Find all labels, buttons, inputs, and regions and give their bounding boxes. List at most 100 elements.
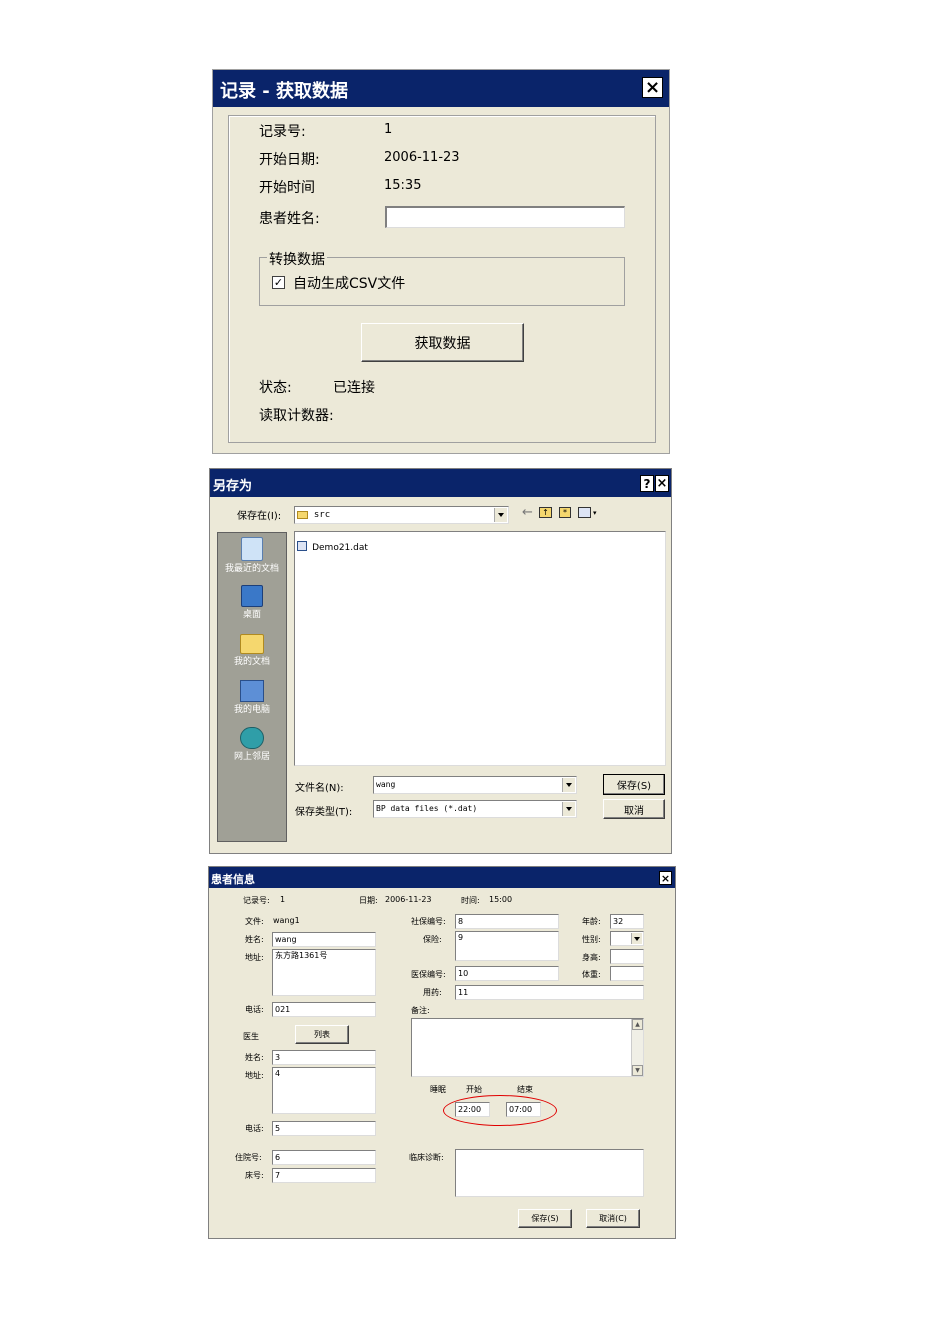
dropdown-arrow[interactable] <box>631 933 642 944</box>
places-item-recent[interactable]: 我最近的文档 <box>217 535 287 581</box>
my-documents-icon <box>240 634 264 654</box>
record-fetch-dialog: 记录 - 获取数据 × 记录号: 1 开始日期: 2006-11-23 开始时间… <box>212 69 670 454</box>
checkmark-icon: ✓ <box>273 276 284 289</box>
doctor-phone-input[interactable]: 5 <box>272 1121 376 1136</box>
height-input[interactable] <box>610 949 644 964</box>
scroll-down-button[interactable]: ▼ <box>632 1065 643 1076</box>
doctor-phone-label: 电话: <box>245 1124 264 1133</box>
cancel-button[interactable]: 取消(C) <box>586 1209 640 1228</box>
doctor-name-label: 姓名: <box>245 1053 264 1062</box>
new-folder-icon[interactable]: * <box>559 507 571 518</box>
dialog-title: 患者信息 <box>211 873 255 886</box>
dropdown-arrow[interactable] <box>494 508 507 522</box>
time-value: 15:00 <box>489 895 513 904</box>
record-number-label: 记录号: <box>243 896 270 905</box>
phone-label: 电话: <box>245 1005 264 1014</box>
dropdown-arrow[interactable] <box>562 802 575 816</box>
help-button[interactable]: ? <box>640 475 654 492</box>
save-in-value: src <box>313 510 331 520</box>
places-item-my-computer[interactable]: 我的电脑 <box>217 677 287 723</box>
dialog-title: 记录 - 获取数据 <box>220 81 349 102</box>
date-value: 2006-11-23 <box>385 895 432 904</box>
sleep-label: 睡眠 <box>430 1085 446 1094</box>
places-item-network[interactable]: 网上邻居 <box>217 724 287 770</box>
my-computer-icon <box>240 680 264 702</box>
save-button[interactable]: 保存(S) <box>603 774 665 795</box>
doctor-label: 医生 <box>243 1032 259 1041</box>
sleep-end-label: 结束 <box>517 1085 533 1094</box>
notes-scrollbar[interactable]: ▲ ▼ <box>631 1019 643 1076</box>
status-label: 状态: <box>259 380 292 396</box>
notes-label: 备注: <box>411 1006 430 1015</box>
weight-label: 体重: <box>582 970 601 979</box>
dialog-title: 另存为 <box>213 479 253 494</box>
insurance-label: 保险: <box>423 935 442 944</box>
places-item-label: 网上邻居 <box>233 752 270 762</box>
notes-textarea[interactable]: ▲ ▼ <box>411 1018 644 1077</box>
save-in-dropdown[interactable]: src <box>294 506 509 524</box>
patient-name-label: 患者姓名: <box>259 211 320 227</box>
file-label: 文件: <box>245 917 264 926</box>
social-number-label: 社保编号: <box>411 917 446 926</box>
start-time-label: 开始时间 <box>259 180 315 196</box>
name-input[interactable]: wang <box>272 932 376 947</box>
places-item-desktop[interactable]: 桌面 <box>217 583 287 629</box>
places-item-my-documents[interactable]: 我的文档 <box>217 630 287 676</box>
record-number-value: 1 <box>384 122 393 137</box>
convert-data-group-label: 转换数据 <box>267 249 327 269</box>
close-button[interactable]: × <box>659 871 672 885</box>
sleep-start-label: 开始 <box>466 1085 482 1094</box>
places-item-label: 我的文档 <box>233 657 270 667</box>
save-button-label: 保存(S) <box>616 781 652 792</box>
gender-dropdown[interactable] <box>610 931 644 946</box>
diagnosis-textarea[interactable] <box>455 1149 644 1197</box>
close-icon: × <box>644 77 661 98</box>
save-button[interactable]: 保存(S) <box>518 1209 572 1228</box>
height-label: 身高: <box>582 953 601 962</box>
start-time-value: 15:35 <box>384 178 422 193</box>
save-as-dialog: 另存为 ? × 保存在(I): src ← ↑ * ▾ 我最近的文档 桌面 我的… <box>209 468 672 854</box>
up-folder-icon[interactable]: ↑ <box>539 507 552 518</box>
age-input[interactable]: 32 <box>610 914 644 929</box>
filetype-dropdown[interactable]: BP data files (*.dat) <box>373 800 577 818</box>
patient-name-input[interactable] <box>385 206 625 228</box>
chevron-down-icon[interactable]: ▾ <box>593 509 597 517</box>
dropdown-arrow[interactable] <box>562 778 575 792</box>
medical-number-label: 医保编号: <box>411 970 446 979</box>
admission-number-input[interactable]: 6 <box>272 1150 376 1165</box>
date-label: 日期: <box>359 896 378 905</box>
file-list[interactable]: Demo21.dat <box>294 531 666 766</box>
places-item-label: 我最近的文档 <box>224 564 279 574</box>
filename-input[interactable]: wang <box>373 776 577 794</box>
social-number-input[interactable]: 8 <box>455 914 559 929</box>
time-label: 时间: <box>461 896 480 905</box>
list-button[interactable]: 列表 <box>295 1025 349 1044</box>
cancel-button[interactable]: 取消 <box>603 799 665 819</box>
address-input[interactable]: 东方路1361号 <box>272 949 376 996</box>
scroll-up-icon: ▲ <box>635 1021 640 1028</box>
doctor-address-input[interactable]: 4 <box>272 1067 376 1114</box>
auto-csv-checkbox[interactable]: ✓ <box>272 276 285 289</box>
doctor-name-input[interactable]: 3 <box>272 1050 376 1065</box>
filetype-label: 保存类型(T): <box>295 807 353 818</box>
filename-label: 文件名(N): <box>295 783 344 794</box>
medication-input[interactable]: 11 <box>455 985 644 1000</box>
sleep-start-input[interactable]: 22:00 <box>455 1102 490 1117</box>
cancel-button-label: 取消(C) <box>599 1214 627 1223</box>
weight-input[interactable] <box>610 966 644 981</box>
back-icon[interactable]: ← <box>522 505 533 520</box>
view-menu-icon[interactable] <box>578 507 591 518</box>
phone-input[interactable]: 021 <box>272 1002 376 1017</box>
dialog-titlebar: 另存为 ? × <box>210 469 671 497</box>
scroll-up-button[interactable]: ▲ <box>632 1019 643 1030</box>
medical-number-input[interactable]: 10 <box>455 966 559 981</box>
fetch-data-button[interactable]: 获取数据 <box>361 323 524 362</box>
record-number-label: 记录号: <box>259 124 306 140</box>
bed-number-input[interactable]: 7 <box>272 1168 376 1183</box>
file-item[interactable]: Demo21.dat <box>297 535 368 554</box>
close-button[interactable]: × <box>642 77 663 98</box>
insurance-input[interactable]: 9 <box>455 931 559 961</box>
sleep-end-input[interactable]: 07:00 <box>506 1102 541 1117</box>
file-value: wang1 <box>273 916 300 925</box>
close-button[interactable]: × <box>655 475 669 492</box>
